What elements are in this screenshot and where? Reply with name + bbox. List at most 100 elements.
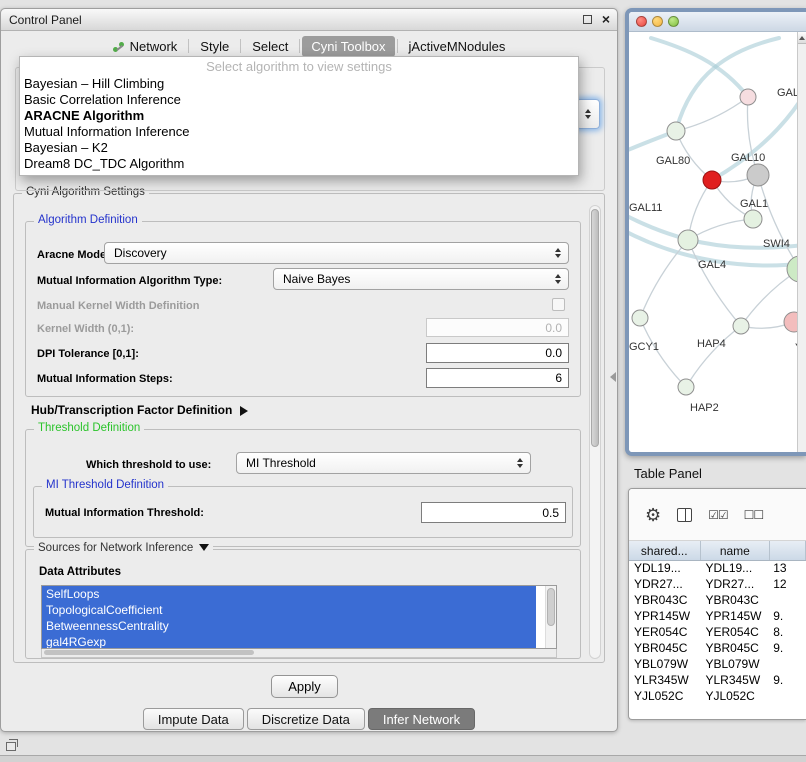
- gear-icon[interactable]: ⚙: [645, 506, 661, 524]
- table-cell: YDR27...: [700, 577, 770, 593]
- scroll-up-icon[interactable]: [798, 32, 806, 44]
- table-row[interactable]: YPR145WYPR145W9.: [629, 609, 806, 625]
- aracne-mode-combobox[interactable]: Discovery: [104, 242, 569, 264]
- node-label: GCY1: [629, 341, 659, 353]
- restore-window-icon[interactable]: [6, 742, 16, 751]
- table-cell: 13: [770, 561, 806, 577]
- table-cell: YLR345W: [629, 673, 700, 689]
- network-node[interactable]: [678, 379, 694, 395]
- network-window-titlebar[interactable]: [629, 12, 806, 32]
- network-node[interactable]: [740, 89, 756, 105]
- which-threshold-combobox[interactable]: MI Threshold: [236, 452, 531, 474]
- column-header[interactable]: shared...: [629, 541, 701, 560]
- sources-section-toggle[interactable]: Sources for Network Inference: [34, 542, 213, 554]
- zoom-traffic-light-icon[interactable]: [668, 16, 679, 27]
- table-row[interactable]: YDL19...YDL19...13: [629, 561, 806, 577]
- dpi-tolerance-input[interactable]: 0.0: [426, 343, 569, 363]
- table-row[interactable]: YBR045CYBR045C9.: [629, 641, 806, 657]
- algorithm-option[interactable]: Bayesian – K2: [20, 140, 578, 156]
- attribute-item[interactable]: SelfLoops: [42, 586, 536, 602]
- table-row[interactable]: YJL052CYJL052C: [629, 689, 806, 705]
- network-node[interactable]: [733, 318, 749, 334]
- table-cell: YDL19...: [700, 561, 770, 577]
- network-node[interactable]: [703, 171, 721, 189]
- network-node[interactable]: [744, 210, 762, 228]
- network-node[interactable]: [632, 310, 648, 326]
- table-cell: YLR345W: [700, 673, 770, 689]
- hub-section-toggle[interactable]: Hub/Transcription Factor Definition: [31, 403, 248, 417]
- clear-checkboxes-icon[interactable]: ☐☐: [744, 509, 764, 521]
- table-cell: 9.: [770, 609, 806, 625]
- scrollbar-thumb[interactable]: [44, 650, 254, 655]
- table-cell: YJL052C: [629, 689, 700, 705]
- apply-button[interactable]: Apply: [271, 675, 338, 698]
- mi-threshold-input[interactable]: 0.5: [421, 502, 566, 523]
- network-vertical-scrollbar[interactable]: [797, 32, 806, 452]
- bottom-tab-discretize-data[interactable]: Discretize Data: [247, 708, 365, 730]
- collapse-arrow-icon: [199, 544, 209, 551]
- columns-icon[interactable]: [677, 508, 692, 522]
- table-cell: YPR145W: [700, 609, 770, 625]
- node-label: GAL11: [629, 202, 662, 214]
- attribute-item[interactable]: gal4RGexp: [42, 634, 536, 649]
- table-row[interactable]: YLR345WYLR345W9.: [629, 673, 806, 689]
- table-panel: ⚙ ☑☑ ☐☐ shared...name YDL19...YDL19...13…: [628, 488, 806, 720]
- attributes-horizontal-scrollbar[interactable]: [41, 649, 557, 658]
- table-cell: YBR045C: [700, 641, 770, 657]
- algorithm-option[interactable]: Bayesian – Hill Climbing: [20, 76, 578, 92]
- manual-kernel-width-checkbox[interactable]: [552, 298, 565, 311]
- close-traffic-light-icon[interactable]: [636, 16, 647, 27]
- algorithm-option[interactable]: Mutual Information Inference: [20, 124, 578, 140]
- network-node[interactable]: [667, 122, 685, 140]
- network-node[interactable]: [678, 230, 698, 250]
- tab-cyni-toolbox[interactable]: Cyni Toolbox: [302, 36, 394, 57]
- network-node[interactable]: [747, 164, 769, 186]
- tab-separator: [299, 39, 300, 53]
- mi-steps-input[interactable]: 6: [426, 368, 569, 388]
- expand-arrow-icon: [240, 406, 248, 416]
- mi-algorithm-type-combobox[interactable]: Naive Bayes: [273, 268, 569, 290]
- attribute-item[interactable]: BetweennessCentrality: [42, 618, 536, 634]
- mi-steps-label: Mutual Information Steps:: [37, 373, 173, 385]
- bottom-tab-infer-network[interactable]: Infer Network: [368, 708, 475, 730]
- column-header[interactable]: name: [701, 541, 771, 560]
- table-cell: YJL052C: [700, 689, 770, 705]
- data-attributes-label: Data Attributes: [39, 566, 121, 578]
- table-row[interactable]: YER054CYER054C8.: [629, 625, 806, 641]
- data-attributes-list[interactable]: SelfLoopsTopologicalCoefficientBetweenne…: [41, 585, 557, 649]
- scrollbar-thumb[interactable]: [547, 588, 555, 626]
- algorithm-combobox-stepper[interactable]: [576, 99, 600, 129]
- algorithm-option[interactable]: ARACNE Algorithm: [20, 108, 578, 124]
- algorithm-options: Bayesian – Hill ClimbingBasic Correlatio…: [20, 76, 578, 172]
- tab-network[interactable]: Network: [104, 36, 187, 57]
- combo-arrows-icon: [517, 458, 523, 468]
- algorithm-option[interactable]: Basic Correlation Inference: [20, 92, 578, 108]
- algorithm-option[interactable]: Dream8 DC_TDC Algorithm: [20, 156, 578, 172]
- settings-scrollbar[interactable]: [589, 205, 601, 659]
- window-title: Control Panel: [9, 13, 82, 27]
- attribute-item[interactable]: TopologicalCoefficient: [42, 602, 536, 618]
- bottom-tab-impute-data[interactable]: Impute Data: [143, 708, 244, 730]
- float-window-icon[interactable]: [583, 15, 592, 24]
- splitter-collapse-handle[interactable]: [610, 372, 616, 382]
- node-label: HAP4: [697, 338, 726, 350]
- table-cell: YBR043C: [629, 593, 700, 609]
- algorithm-dropdown-placeholder: Select algorithm to view settings: [20, 57, 578, 76]
- minimize-traffic-light-icon[interactable]: [652, 16, 663, 27]
- scrollbar-thumb[interactable]: [591, 209, 599, 447]
- network-view-window: GAL7GAL80GAL10GAL11GAL1SWI4GAL4GCY1HAP4Y…: [625, 8, 806, 456]
- table-row[interactable]: YBR043CYBR043C: [629, 593, 806, 609]
- tab-jactivemnodules[interactable]: jActiveMNodules: [400, 36, 515, 57]
- attributes-vertical-scrollbar[interactable]: [545, 586, 556, 648]
- tab-style[interactable]: Style: [191, 36, 238, 57]
- table-cell: 9.: [770, 673, 806, 689]
- close-icon[interactable]: ×: [602, 11, 610, 28]
- table-row[interactable]: YBL079WYBL079W: [629, 657, 806, 673]
- table-row[interactable]: YDR27...YDR27...12: [629, 577, 806, 593]
- network-canvas[interactable]: GAL7GAL80GAL10GAL11GAL1SWI4GAL4GCY1HAP4Y…: [629, 32, 806, 452]
- tab-select[interactable]: Select: [243, 36, 297, 57]
- tab-separator: [188, 39, 189, 53]
- combo-arrows-icon: [555, 248, 561, 258]
- select-all-checkboxes-icon[interactable]: ☑☑: [708, 509, 728, 521]
- column-header[interactable]: [770, 541, 806, 560]
